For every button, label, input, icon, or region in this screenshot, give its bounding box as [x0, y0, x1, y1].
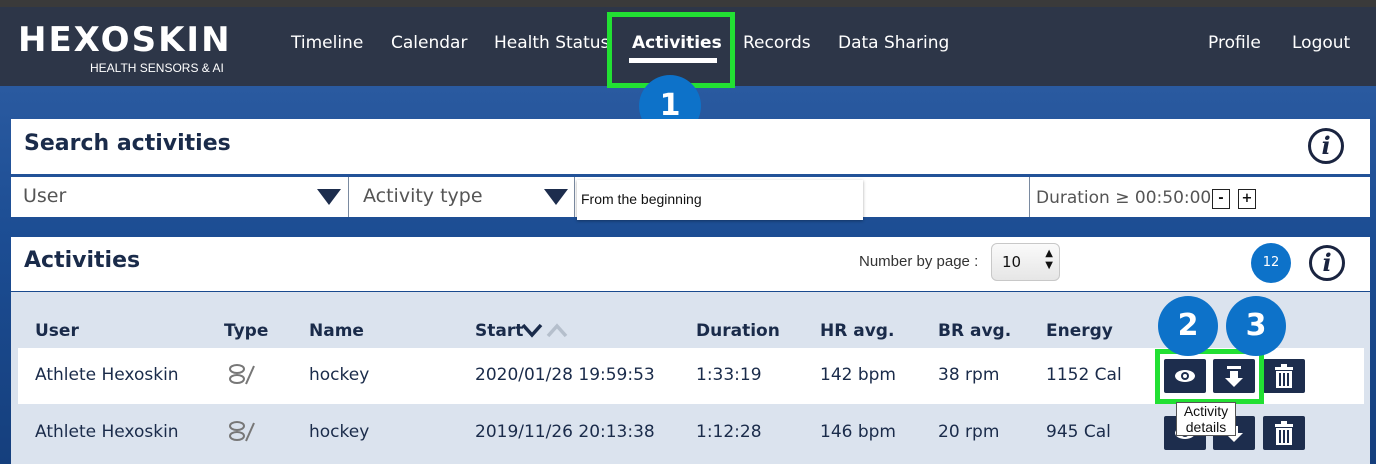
nav-calendar[interactable]: Calendar	[391, 33, 467, 53]
duration-label: Duration ≥ 00:50:00	[1036, 188, 1212, 208]
activity-count-badge: 12	[1251, 243, 1291, 283]
row1-hr: 142 bpm	[820, 365, 896, 385]
row2-br: 20 rpm	[938, 422, 1000, 442]
search-panel: Search activities i	[11, 119, 1370, 174]
logo-text: HEXOSKIN	[18, 20, 232, 60]
row2-name: hockey	[309, 422, 370, 442]
row2-duration: 1:12:28	[696, 422, 762, 442]
delete-button[interactable]	[1263, 416, 1305, 450]
logo-subtitle: HEALTH SENSORS & AI	[90, 61, 224, 75]
search-panel-title: Search activities	[24, 131, 231, 156]
period-value: From the beginning	[581, 191, 702, 207]
hockey-stick-icon	[229, 421, 255, 442]
number-by-page-value: 10	[1002, 253, 1022, 271]
col-type[interactable]: Type	[224, 321, 268, 341]
col-energy[interactable]: Energy	[1046, 321, 1113, 341]
col-name[interactable]: Name	[309, 321, 364, 341]
chevron-down-icon	[317, 189, 341, 205]
callout-2: 2	[1158, 296, 1218, 356]
row2-start: 2019/11/26 20:13:38	[475, 422, 655, 442]
nav-profile[interactable]: Profile	[1208, 33, 1261, 53]
activity-type-label: Activity type	[363, 185, 483, 207]
row2-user: Athlete Hexoskin	[35, 422, 179, 442]
nav-timeline[interactable]: Timeline	[291, 33, 363, 53]
col-start[interactable]: Start	[475, 321, 523, 341]
trash-icon	[1275, 364, 1293, 388]
row1-duration: 1:33:19	[696, 365, 762, 385]
row1-name: hockey	[309, 365, 370, 385]
highlight-action-buttons	[1155, 349, 1264, 404]
user-filter-label: User	[23, 185, 67, 207]
col-duration[interactable]: Duration	[696, 321, 780, 341]
row1-energy: 1152 Cal	[1046, 365, 1122, 385]
sort-arrows-icon[interactable]	[520, 321, 572, 339]
duration-filter: Duration ≥ 00:50:00 - +	[1029, 177, 1370, 217]
delete-button[interactable]	[1263, 359, 1305, 393]
hexoskin-logo[interactable]: HEXOSKIN HEALTH SENSORS & AI	[18, 20, 232, 75]
col-br-avg[interactable]: BR avg.	[938, 321, 1011, 341]
hockey-stick-icon	[229, 364, 255, 385]
nav-health-status[interactable]: Health Status	[494, 33, 609, 53]
activity-type-filter[interactable]: Activity type	[351, 177, 575, 217]
activities-title: Activities	[24, 248, 141, 273]
chevron-down-icon	[544, 189, 568, 205]
col-user[interactable]: User	[35, 321, 79, 341]
nav-data-sharing[interactable]: Data Sharing	[838, 33, 949, 53]
row1-br: 38 rpm	[938, 365, 1000, 385]
row1-start: 2020/01/28 19:59:53	[475, 365, 655, 385]
select-arrows-icon: ▲ ▼	[1045, 248, 1053, 271]
activities-panel-header: Activities Number by page : 12 i	[11, 237, 1370, 291]
period-field[interactable]: From the beginning	[577, 180, 863, 220]
number-by-page-label: Number by page :	[859, 253, 979, 270]
activities-info-icon[interactable]: i	[1309, 245, 1345, 281]
callout-3: 3	[1226, 296, 1286, 356]
duration-plus-button[interactable]: +	[1238, 189, 1256, 209]
duration-minus-button[interactable]: -	[1212, 189, 1230, 209]
row1-user: Athlete Hexoskin	[35, 365, 179, 385]
row2-hr: 146 bpm	[820, 422, 896, 442]
nav-records[interactable]: Records	[743, 33, 811, 53]
number-by-page-select[interactable]: 10 ▲ ▼	[991, 243, 1060, 281]
activity-details-tooltip: Activity details	[1176, 402, 1236, 436]
table-row[interactable]	[18, 405, 1364, 461]
col-hr-avg[interactable]: HR avg.	[820, 321, 894, 341]
nav-logout[interactable]: Logout	[1292, 33, 1350, 53]
row2-energy: 945 Cal	[1046, 422, 1111, 442]
user-filter[interactable]: User	[11, 177, 349, 217]
search-info-icon[interactable]: i	[1308, 128, 1344, 164]
trash-icon	[1275, 421, 1293, 445]
